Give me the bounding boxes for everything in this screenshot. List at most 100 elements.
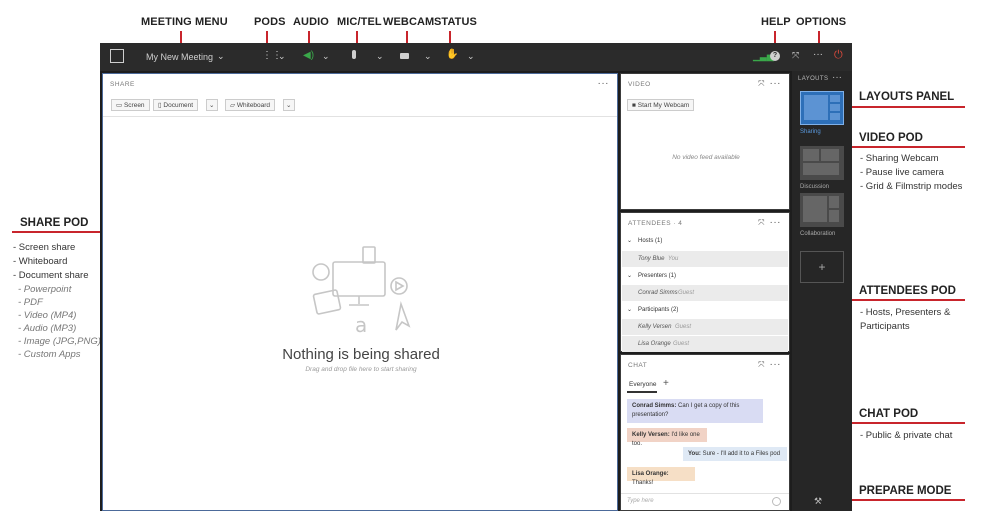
video-pod-title: VIDEO: [628, 81, 651, 88]
microphone-icon[interactable]: [352, 50, 356, 59]
share-pod-item-3: - Document share: [13, 270, 89, 281]
layout-sharing-thumb[interactable]: [800, 91, 844, 125]
power-exit-icon[interactable]: ⏻: [834, 49, 843, 62]
monitor-icon: ▭: [116, 102, 124, 109]
webcam-chevron-icon[interactable]: ⌄: [424, 51, 432, 62]
hosts-group-row[interactable]: ⌄ Hosts (1): [622, 233, 788, 249]
attendees-pod-item-1: - Hosts, Presenters &: [860, 307, 951, 318]
document-share-label: Document: [163, 102, 194, 109]
chat-fullscreen-icon[interactable]: ⤧: [758, 360, 765, 370]
meeting-menu-chevron-icon[interactable]: ⌄: [217, 51, 225, 62]
no-video-feed-text: No video feed available: [672, 154, 740, 161]
webcam-icon[interactable]: [400, 53, 409, 59]
start-webcam-button[interactable]: ■ Start My Webcam: [627, 99, 695, 111]
chat-more-icon[interactable]: ···: [770, 359, 782, 370]
chat-pod: CHAT ⤧ ··· Everyone + Conrad Simms: Can …: [620, 354, 790, 511]
layout-collaboration-thumb[interactable]: [800, 193, 844, 227]
share-pod-title: SHARE: [110, 81, 135, 88]
share-format-5: - Image (JPG,PNG): [18, 336, 101, 347]
add-chat-tab-button[interactable]: +: [663, 378, 669, 389]
attendee-row[interactable]: Lisa Orange Guest: [622, 336, 788, 352]
chat-message: Conrad Simms: Can I get a copy of this p…: [627, 399, 763, 423]
video-pod-header: VIDEO ⤧ ···: [621, 74, 789, 94]
chat-tab-everyone[interactable]: Everyone: [629, 381, 656, 388]
share-pod-more-icon[interactable]: ···: [598, 78, 610, 89]
layouts-panel: LAYOUTS ··· Sharing Discussion Collabora…: [792, 71, 852, 511]
chevron-down-icon: ⌄: [627, 273, 633, 279]
share-pod-item-2: - Whiteboard: [13, 256, 68, 267]
share-pod: SHARE ··· ▭ Screen ▯ Document ⌄ ▱ Whiteb…: [102, 73, 618, 511]
emoji-icon[interactable]: [772, 497, 781, 506]
options-more-icon[interactable]: ···: [813, 49, 823, 60]
audio-callout: AUDIO: [293, 16, 329, 28]
chat-message: You: Sure - I'll add it to a Files pod: [683, 447, 787, 461]
attendees-more-icon[interactable]: ···: [770, 217, 782, 228]
meeting-menu[interactable]: My New Meeting: [146, 52, 213, 62]
raise-hand-icon[interactable]: ✋: [446, 49, 458, 60]
attendees-pod-header: ATTENDEES · 4 ⤧ ···: [621, 213, 789, 233]
screen-share-button[interactable]: ▭ Screen: [111, 99, 150, 111]
thumb-block: [803, 163, 839, 175]
status-chevron-icon[interactable]: ⌄: [467, 51, 475, 62]
connect-app-window: My New Meeting ⌄ ⋮⋮ ⌄ ◀) ⌄ ⌄ ⌄ ✋ ⌄ ▁▃▅ ?…: [100, 43, 852, 511]
attendee-tag: Guest: [673, 341, 690, 347]
attendee-row[interactable]: Conrad Simms Guest: [622, 285, 788, 301]
chat-pod-header: CHAT ⤧ ···: [621, 355, 789, 375]
video-more-icon[interactable]: ···: [770, 78, 782, 89]
layout-collaboration-label: Collaboration: [800, 231, 836, 237]
video-pod-item-3: - Grid & Filmstrip modes: [860, 181, 963, 192]
chat-pod-item-1: - Public & private chat: [860, 430, 953, 441]
chat-text: Sure - I'll add it to a Files pod: [702, 451, 781, 457]
attendee-row[interactable]: Kelly Versen Guest: [622, 319, 788, 335]
share-pod-header: SHARE ···: [103, 74, 617, 94]
whiteboard-button[interactable]: ▱ Whiteboard: [225, 99, 276, 111]
whiteboard-icon: ▱: [230, 102, 237, 109]
video-pod: VIDEO ⤧ ··· ■ Start My Webcam No video f…: [620, 73, 790, 210]
prepare-mode-callout: PREPARE MODE: [859, 485, 952, 497]
video-fullscreen-icon[interactable]: ⤧: [758, 79, 765, 89]
presenters-group-row[interactable]: ⌄ Presenters (1): [622, 268, 788, 284]
empty-share-title: Nothing is being shared: [282, 346, 440, 363]
chat-message: Lisa Orange: Thanks!: [627, 467, 695, 486]
chat-input[interactable]: Type here: [627, 498, 654, 504]
thumb-block: [829, 196, 839, 208]
help-icon[interactable]: ?: [770, 51, 780, 61]
layouts-more-icon[interactable]: ···: [832, 72, 842, 83]
attendees-pod-callout: ATTENDEES POD: [859, 285, 956, 297]
help-callout: HELP: [761, 16, 791, 28]
chat-pod-title: CHAT: [628, 362, 648, 369]
attendee-row[interactable]: Tony Blue You: [622, 251, 788, 267]
screen-share-label: Screen: [123, 102, 145, 109]
thumb-block: [821, 149, 839, 161]
chat-text: Thanks!: [632, 480, 654, 486]
webcam-callout: WEBCAM: [383, 16, 435, 28]
speaker-icon[interactable]: ◀): [303, 50, 314, 61]
attendee-name: Lisa Orange: [638, 341, 671, 347]
attendee-tag: Guest: [678, 290, 695, 296]
document-share-button[interactable]: ▯ Document: [153, 99, 199, 111]
thumb-block: [803, 196, 827, 222]
pods-chevron-icon[interactable]: ⌄: [278, 51, 286, 62]
attendees-pod-title: ATTENDEES · 4: [628, 220, 683, 227]
empty-share-illustration-icon: a: [312, 246, 411, 337]
fullscreen-icon[interactable]: ⤧: [792, 50, 799, 61]
thumb-block: [830, 104, 840, 111]
prepare-mode-tools-icon[interactable]: ⚒: [814, 496, 822, 507]
attendee-tag: Guest: [675, 324, 692, 330]
layout-discussion-thumb[interactable]: [800, 146, 844, 180]
chat-input-divider: [621, 493, 789, 494]
audio-chevron-icon[interactable]: ⌄: [322, 51, 330, 62]
document-dropdown-chevron-icon[interactable]: ⌄: [206, 99, 218, 111]
attendees-fullscreen-icon[interactable]: ⤧: [758, 218, 765, 228]
layout-discussion-label: Discussion: [800, 184, 830, 190]
mic-chevron-icon[interactable]: ⌄: [376, 51, 384, 62]
video-pod-item-2: - Pause live camera: [860, 167, 944, 178]
whiteboard-dropdown-chevron-icon[interactable]: ⌄: [283, 99, 295, 111]
add-layout-button[interactable]: +: [800, 251, 844, 283]
meeting-toolbar: My New Meeting ⌄ ⋮⋮ ⌄ ◀) ⌄ ⌄ ⌄ ✋ ⌄ ▁▃▅ ?…: [100, 43, 852, 71]
share-format-6: - Custom Apps: [18, 349, 81, 360]
participants-group-row[interactable]: ⌄ Participants (2): [622, 302, 788, 318]
start-webcam-label: Start My Webcam: [637, 102, 690, 109]
app-logo-icon[interactable]: [110, 49, 124, 63]
share-toolbar-divider: [103, 116, 617, 117]
